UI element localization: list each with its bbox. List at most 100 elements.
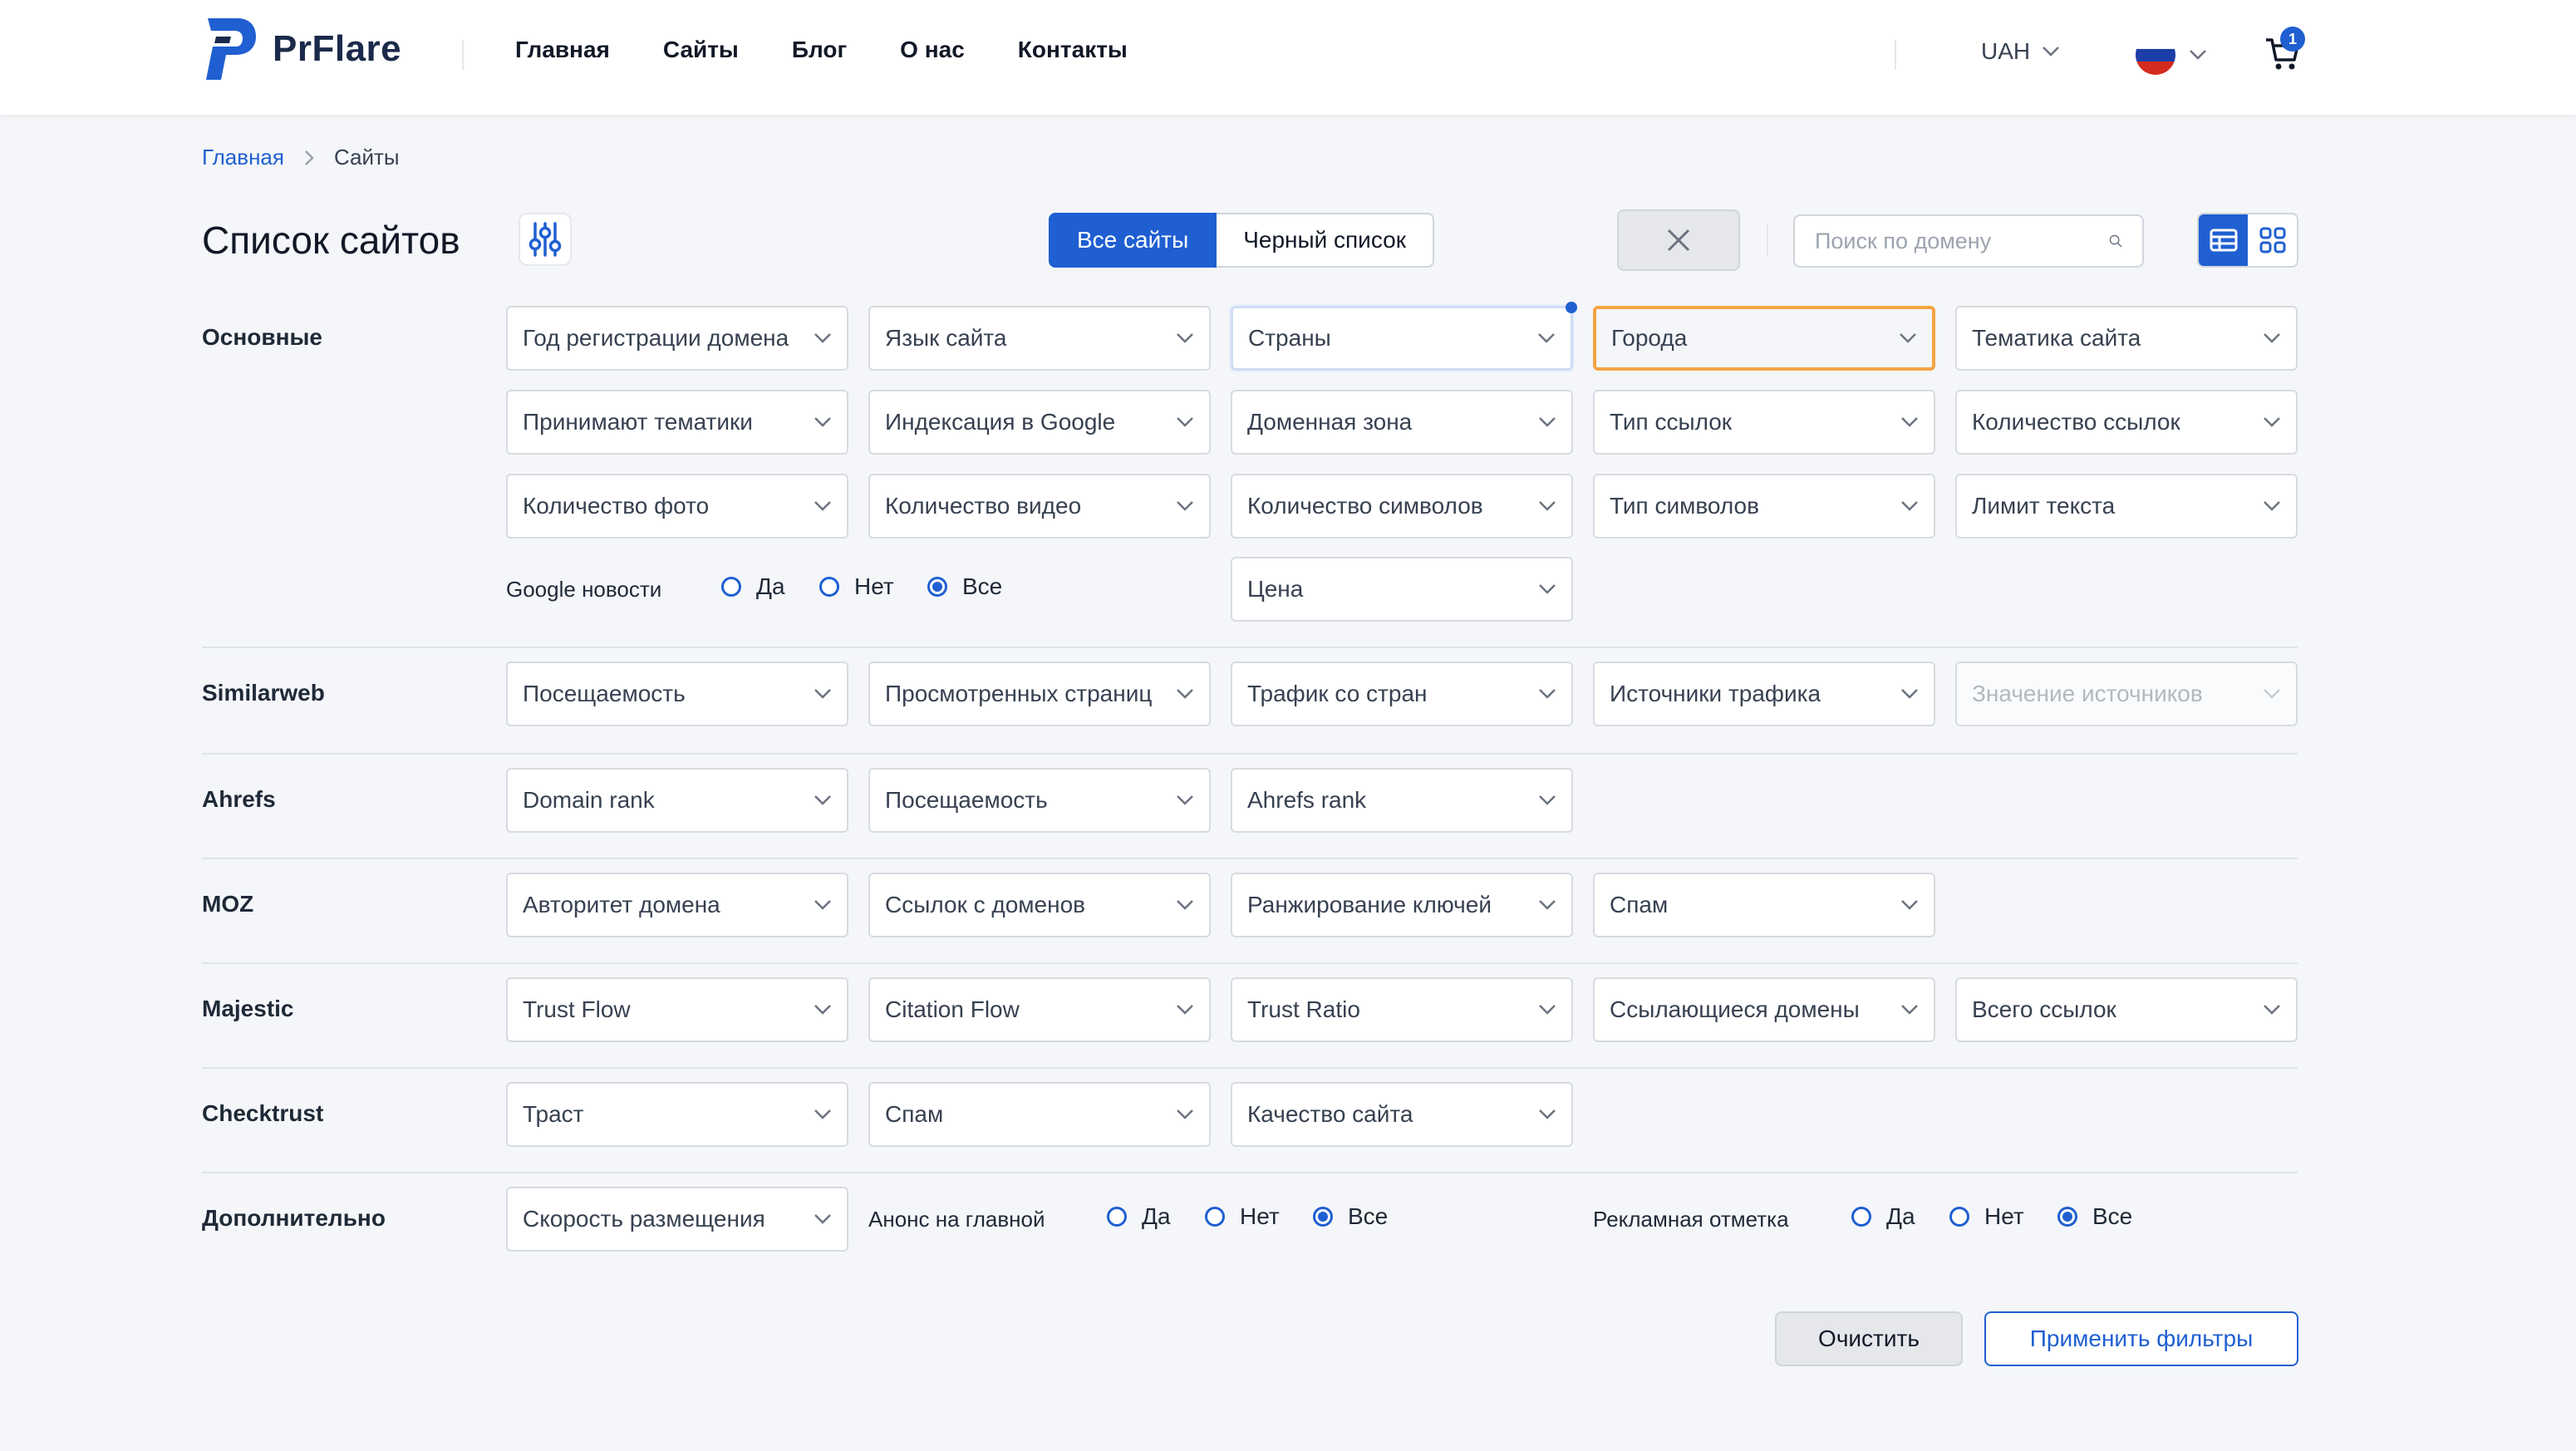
- ad-mark-no[interactable]: Нет: [1949, 1203, 2024, 1230]
- google-news-yes[interactable]: Да: [721, 573, 785, 600]
- apply-filters-button[interactable]: Применить фильтры: [1984, 1311, 2298, 1366]
- chevron-down-icon: [814, 1005, 831, 1015]
- filter-site-quality[interactable]: Качество сайта: [1231, 1082, 1573, 1147]
- nav-blog[interactable]: Блог: [792, 37, 847, 63]
- chevron-down-icon: [1901, 1005, 1918, 1015]
- filter-label: Индексация в Google: [885, 409, 1116, 435]
- filter-label: Лимит текста: [1972, 493, 2116, 519]
- filter-total-links[interactable]: Всего ссылок: [1955, 977, 2298, 1042]
- language-select[interactable]: [2136, 35, 2207, 75]
- tab-all-sites[interactable]: Все сайты: [1049, 213, 1217, 268]
- filter-moz-spam[interactable]: Спам: [1593, 873, 1935, 937]
- filter-checktrust-trust[interactable]: Траст: [506, 1082, 848, 1147]
- section-label-majestic: Majestic: [202, 996, 294, 1021]
- prflare-logo-icon: [206, 18, 256, 80]
- filter-toggle-button[interactable]: [519, 213, 572, 266]
- chevron-down-icon: [1539, 501, 1556, 511]
- filter-label: Траст: [523, 1101, 584, 1127]
- filter-sw-traffic-sources[interactable]: Источники трафика: [1593, 662, 1935, 726]
- reset-filters-button[interactable]: [1617, 209, 1740, 271]
- filter-ahrefs-rank[interactable]: Ahrefs rank: [1231, 768, 1573, 833]
- site-header: PrFlare Главная Сайты Блог О нас Контакт…: [0, 0, 2576, 115]
- filter-char-count[interactable]: Количество символов: [1231, 474, 1573, 539]
- filter-label: Тип ссылок: [1610, 409, 1733, 435]
- chevron-down-icon: [1177, 501, 1193, 511]
- filter-char-type[interactable]: Тип символов: [1593, 474, 1935, 539]
- filter-sw-country-traffic[interactable]: Трафик со стран: [1231, 662, 1573, 726]
- logo[interactable]: PrFlare: [201, 15, 401, 83]
- list-view-button[interactable]: [2199, 214, 2248, 266]
- filter-site-topic[interactable]: Тематика сайта: [1955, 306, 2298, 371]
- filter-label: Посещаемость: [885, 787, 1048, 813]
- section-label-checktrust: Checktrust: [202, 1100, 324, 1126]
- filter-link-count[interactable]: Количество ссылок: [1955, 390, 2298, 455]
- clear-button[interactable]: Очистить: [1775, 1311, 1963, 1366]
- filter-accepted-topics[interactable]: Принимают тематики: [506, 390, 848, 455]
- nav-home[interactable]: Главная: [515, 37, 610, 63]
- google-news-no[interactable]: Нет: [819, 573, 894, 600]
- chevron-down-icon: [1901, 501, 1918, 511]
- filter-citation-flow[interactable]: Citation Flow: [868, 977, 1211, 1042]
- chevron-down-icon: [2264, 689, 2280, 699]
- section-label-extra: Дополнительно: [202, 1205, 386, 1231]
- announce-yes[interactable]: Да: [1107, 1203, 1171, 1230]
- filter-site-language[interactable]: Язык сайта: [868, 306, 1211, 371]
- filter-countries[interactable]: Страны: [1231, 306, 1573, 371]
- cart-count-badge: 1: [2280, 27, 2305, 52]
- section-divider: [202, 1067, 2298, 1069]
- chevron-down-icon: [1900, 333, 1916, 343]
- filter-moz-keyword-ranking[interactable]: Ранжирование ключей: [1231, 873, 1573, 937]
- filter-label: Посещаемость: [523, 681, 686, 706]
- filter-label: Источники трафика: [1610, 681, 1821, 706]
- section-label-moz: MOZ: [202, 891, 254, 917]
- chevron-down-icon: [814, 1109, 831, 1119]
- search-icon[interactable]: [2109, 227, 2122, 255]
- chevron-down-icon: [1177, 417, 1193, 427]
- filter-ahrefs-domain-rank[interactable]: Domain rank: [506, 768, 848, 833]
- nav-sites[interactable]: Сайты: [663, 37, 739, 63]
- filter-referring-domains[interactable]: Ссылающиеся домены: [1593, 977, 1935, 1042]
- filter-google-indexing[interactable]: Индексация в Google: [868, 390, 1211, 455]
- russia-flag-icon: [2136, 35, 2175, 75]
- filter-label: Тематика сайта: [1972, 325, 2141, 351]
- breadcrumb-home[interactable]: Главная: [202, 145, 284, 170]
- filter-moz-linking-domains[interactable]: Ссылок с доменов: [868, 873, 1211, 937]
- chevron-down-icon: [2264, 333, 2280, 343]
- announce-no[interactable]: Нет: [1205, 1203, 1280, 1230]
- filter-label: Ahrefs rank: [1247, 787, 1367, 813]
- filter-label: Всего ссылок: [1972, 996, 2116, 1022]
- announce-all[interactable]: Все: [1313, 1203, 1388, 1230]
- filter-checktrust-spam[interactable]: Спам: [868, 1082, 1211, 1147]
- filter-video-count[interactable]: Количество видео: [868, 474, 1211, 539]
- domain-search-input[interactable]: [1815, 228, 2109, 254]
- filter-trust-flow[interactable]: Trust Flow: [506, 977, 848, 1042]
- nav-about[interactable]: О нас: [900, 37, 965, 63]
- grid-view-button[interactable]: [2248, 214, 2297, 266]
- chevron-down-icon: [814, 795, 831, 805]
- currency-select[interactable]: UAH: [1981, 38, 2060, 65]
- filter-price[interactable]: Цена: [1231, 557, 1573, 622]
- filter-placement-speed[interactable]: Скорость размещения: [506, 1187, 848, 1252]
- filter-moz-domain-authority[interactable]: Авторитет домена: [506, 873, 848, 937]
- tab-blacklist[interactable]: Черный список: [1217, 213, 1434, 268]
- radio-text: Да: [1142, 1203, 1171, 1229]
- filter-cities[interactable]: Города: [1593, 306, 1935, 371]
- chevron-down-icon: [1901, 417, 1918, 427]
- ad-mark-yes[interactable]: Да: [1851, 1203, 1915, 1230]
- filter-ahrefs-traffic[interactable]: Посещаемость: [868, 768, 1211, 833]
- ad-mark-all[interactable]: Все: [2057, 1203, 2132, 1230]
- filter-sw-traffic[interactable]: Посещаемость: [506, 662, 848, 726]
- filter-domain-year[interactable]: Год регистрации домена: [506, 306, 848, 371]
- filter-photo-count[interactable]: Количество фото: [506, 474, 848, 539]
- filter-sw-pageviews[interactable]: Просмотренных страниц: [868, 662, 1211, 726]
- chevron-down-icon: [814, 333, 831, 343]
- filter-link-type[interactable]: Тип ссылок: [1593, 390, 1935, 455]
- radio-text: Нет: [1240, 1203, 1280, 1229]
- chevron-down-icon: [2264, 417, 2280, 427]
- nav-contacts[interactable]: Контакты: [1018, 37, 1128, 63]
- filter-text-limit[interactable]: Лимит текста: [1955, 474, 2298, 539]
- filter-trust-ratio[interactable]: Trust Ratio: [1231, 977, 1573, 1042]
- filter-domain-zone[interactable]: Доменная зона: [1231, 390, 1573, 455]
- google-news-all[interactable]: Все: [927, 573, 1002, 600]
- google-news-label: Google новости: [506, 577, 662, 602]
